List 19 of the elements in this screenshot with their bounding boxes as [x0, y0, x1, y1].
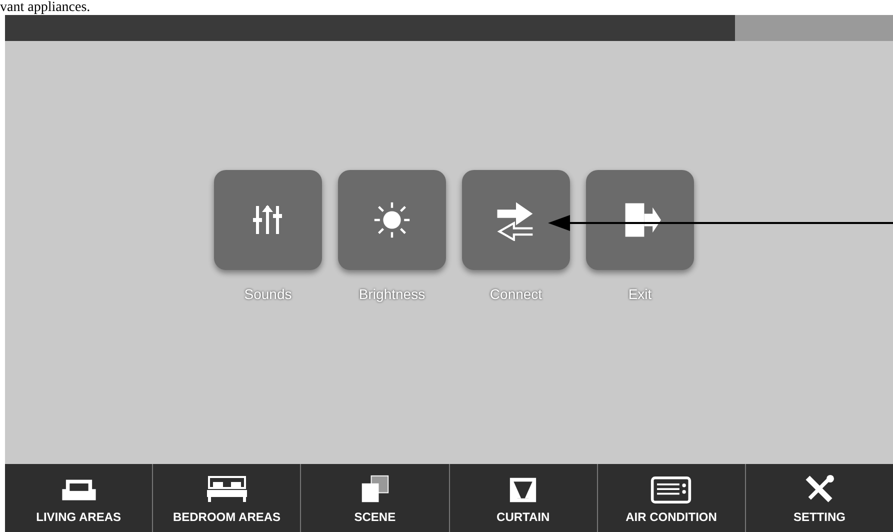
curtain-icon: [508, 476, 538, 504]
menu-tile[interactable]: [462, 170, 570, 270]
menu-label: Exit: [628, 285, 652, 304]
tab[interactable]: CURTAIN: [450, 464, 598, 532]
bed-icon: [204, 474, 249, 504]
tab[interactable]: BEDROOM AREAS: [153, 464, 302, 532]
menu-label: Sounds: [244, 285, 292, 304]
tab[interactable]: LIVING AREAS: [5, 464, 154, 532]
tab[interactable]: AIR CONDITION: [598, 464, 746, 532]
tab[interactable]: SCENE: [301, 464, 450, 532]
tab[interactable]: SETTING: [746, 464, 893, 532]
menu-label: Connect: [490, 285, 542, 304]
squares-icon: [360, 474, 390, 504]
caption-text: vant appliances.: [0, 0, 90, 15]
menu-tile[interactable]: [586, 170, 694, 270]
air-conditioner-icon: [650, 476, 692, 504]
menu-label: Brightness: [358, 285, 426, 304]
menu-tile[interactable]: [338, 170, 446, 270]
menu-tile[interactable]: [214, 170, 322, 270]
